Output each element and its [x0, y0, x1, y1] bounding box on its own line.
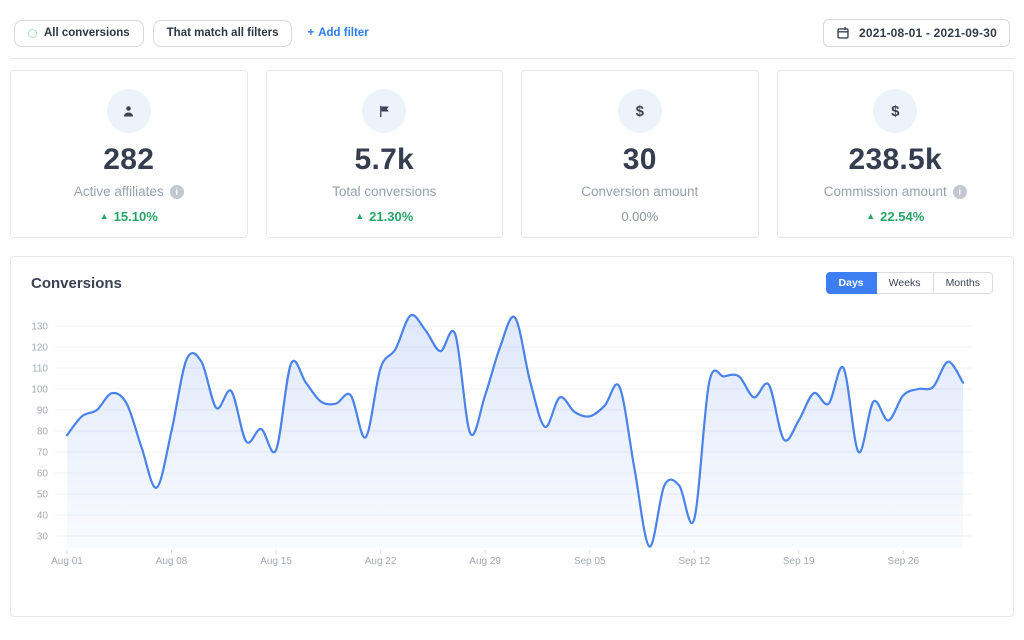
- stat-delta: ▲ 21.30%: [267, 209, 503, 224]
- svg-text:80: 80: [37, 427, 49, 438]
- svg-text:Aug 29: Aug 29: [469, 556, 501, 567]
- match-all-filters-button[interactable]: That match all filters: [153, 20, 293, 47]
- stat-card-conversion-amount: $ 30 Conversion amount 0.00%: [521, 70, 759, 238]
- stat-value: 282: [11, 143, 247, 177]
- svg-text:100: 100: [31, 385, 48, 396]
- stat-label-text: Active affiliates: [74, 184, 164, 199]
- add-filter-label: Add filter: [318, 27, 368, 39]
- svg-text:Aug 01: Aug 01: [51, 556, 83, 567]
- date-range-value: 2021-08-01 - 2021-09-30: [859, 26, 997, 40]
- conversions-area-fill: [67, 315, 963, 548]
- stat-delta-value: 22.54%: [880, 209, 924, 224]
- info-icon[interactable]: i: [170, 185, 184, 199]
- svg-text:120: 120: [31, 343, 48, 354]
- svg-text:Sep 12: Sep 12: [678, 556, 710, 567]
- svg-text:Sep 19: Sep 19: [783, 556, 815, 567]
- stat-delta-value: 15.10%: [114, 209, 158, 224]
- stat-label-text: Total conversions: [332, 184, 436, 199]
- svg-text:90: 90: [37, 406, 49, 417]
- stat-value: 238.5k: [778, 143, 1014, 177]
- stat-cards-row: 282 Active affiliates i ▲ 15.10% 5.7k To…: [10, 70, 1014, 238]
- all-conversions-button[interactable]: All conversions: [14, 20, 144, 47]
- dollar-glyph: $: [891, 103, 899, 120]
- dollar-glyph: $: [636, 103, 644, 120]
- up-arrow-icon: ▲: [866, 212, 875, 221]
- user-icon: [107, 89, 151, 133]
- stat-card-total-conversions: 5.7k Total conversions ▲ 21.30%: [266, 70, 504, 238]
- svg-text:30: 30: [37, 532, 49, 543]
- svg-text:Aug 08: Aug 08: [156, 556, 188, 567]
- stat-label: Total conversions: [267, 184, 503, 199]
- svg-text:Aug 22: Aug 22: [365, 556, 397, 567]
- stat-delta: ▲ 22.54%: [778, 209, 1014, 224]
- stat-delta-value: 0.00%: [621, 209, 658, 224]
- svg-text:Sep 05: Sep 05: [574, 556, 606, 567]
- stat-delta: ▲ 15.10%: [11, 209, 247, 224]
- stat-card-commission-amount: $ 238.5k Commission amount i ▲ 22.54%: [777, 70, 1015, 238]
- up-arrow-icon: ▲: [100, 212, 109, 221]
- calendar-icon: [836, 26, 850, 40]
- stat-value: 5.7k: [267, 143, 503, 177]
- up-arrow-icon: ▲: [355, 212, 364, 221]
- date-range-picker[interactable]: 2021-08-01 - 2021-09-30: [823, 19, 1010, 47]
- filter-toolbar: All conversions That match all filters +…: [10, 0, 1014, 59]
- stat-label: Conversion amount: [522, 184, 758, 199]
- svg-text:110: 110: [32, 364, 48, 375]
- svg-text:130: 130: [31, 322, 48, 333]
- x-axis-labels: Aug 01 Aug 08 Aug 15 Aug 22 Aug 29 Sep 05 Sep …: [51, 556, 919, 567]
- info-icon[interactable]: i: [953, 185, 967, 199]
- conversions-area-chart[interactable]: 30405060708090100110120130Aug 01Aug 08Au…: [25, 302, 1001, 574]
- dollar-icon: $: [873, 89, 917, 133]
- stat-card-active-affiliates: 282 Active affiliates i ▲ 15.10%: [10, 70, 248, 238]
- stat-label: Commission amount i: [778, 184, 1014, 199]
- svg-text:40: 40: [37, 511, 49, 522]
- tab-months[interactable]: Months: [934, 272, 993, 294]
- x-axis-ticks: [67, 550, 903, 554]
- all-conversions-label: All conversions: [44, 27, 130, 39]
- stat-delta: 0.00%: [522, 209, 758, 224]
- tab-weeks[interactable]: Weeks: [877, 272, 934, 294]
- panel-title: Conversions: [31, 275, 122, 292]
- flag-icon: [362, 89, 406, 133]
- add-filter-button[interactable]: + Add filter: [307, 27, 368, 39]
- plus-icon: +: [307, 27, 314, 39]
- dollar-icon: $: [618, 89, 662, 133]
- svg-text:50: 50: [37, 490, 49, 501]
- stat-value: 30: [522, 143, 758, 177]
- stat-label-text: Conversion amount: [581, 184, 698, 199]
- tab-days[interactable]: Days: [826, 272, 877, 294]
- stat-label: Active affiliates i: [11, 184, 247, 199]
- svg-text:Sep 26: Sep 26: [887, 556, 919, 567]
- conversions-panel: Conversions Days Weeks Months 30 40 50 60 70…: [10, 256, 1014, 617]
- svg-text:60: 60: [37, 469, 49, 480]
- stat-label-text: Commission amount: [824, 184, 947, 199]
- conversions-panel-header: Conversions Days Weeks Months: [11, 257, 1013, 298]
- conversions-chart[interactable]: 30405060708090100110120130Aug 01Aug 08Au…: [11, 298, 1013, 579]
- period-toggle: Days Weeks Months: [826, 272, 993, 294]
- match-all-filters-label: That match all filters: [167, 27, 279, 39]
- y-axis-labels: 30 40 50 60 70 80 90 100 110 120 130: [31, 322, 48, 543]
- svg-text:70: 70: [37, 448, 49, 459]
- status-circle-icon: [28, 29, 37, 38]
- stat-delta-value: 21.30%: [369, 209, 413, 224]
- svg-text:Aug 15: Aug 15: [260, 556, 292, 567]
